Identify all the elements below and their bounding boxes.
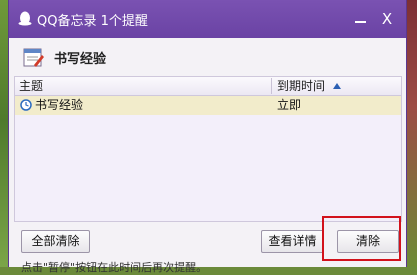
view-details-button[interactable]: 查看详情 xyxy=(261,230,324,253)
column-header-due-time[interactable]: 到期时间 xyxy=(277,77,325,95)
column-header-subject[interactable]: 主题 xyxy=(19,77,43,95)
footer-hint: 点击"暂停"按钮在此时间后再次提醒。 xyxy=(21,261,208,274)
minimize-icon xyxy=(355,21,366,23)
desktop-background-right xyxy=(407,0,417,267)
window-title: QQ备忘录 1个提醒 xyxy=(37,14,148,29)
reminder-header: 书写经验 xyxy=(9,38,406,75)
row-subject: 书写经验 xyxy=(35,98,84,112)
clear-all-button[interactable]: 全部清除 xyxy=(21,230,90,253)
sort-ascending-icon xyxy=(333,83,341,89)
reminder-window: QQ备忘录 1个提醒 X 书写经验 主题 到期时间 书写经验 立即 全部清除 查… xyxy=(8,0,407,274)
close-button[interactable]: X xyxy=(376,8,398,30)
memo-icon xyxy=(23,48,44,67)
title-bar[interactable]: QQ备忘录 1个提醒 X xyxy=(9,0,406,38)
column-divider[interactable] xyxy=(271,78,272,94)
table-row[interactable]: 书写经验 立即 xyxy=(15,96,401,115)
reminder-list: 主题 到期时间 书写经验 立即 xyxy=(14,76,402,222)
clear-button-highlight xyxy=(322,216,401,261)
reminder-title: 书写经验 xyxy=(54,52,107,67)
minimize-button[interactable] xyxy=(350,8,372,30)
row-due-time: 立即 xyxy=(277,98,302,112)
clock-icon xyxy=(20,99,32,111)
table-header: 主题 到期时间 xyxy=(15,77,401,96)
qq-penguin-icon xyxy=(18,11,32,26)
